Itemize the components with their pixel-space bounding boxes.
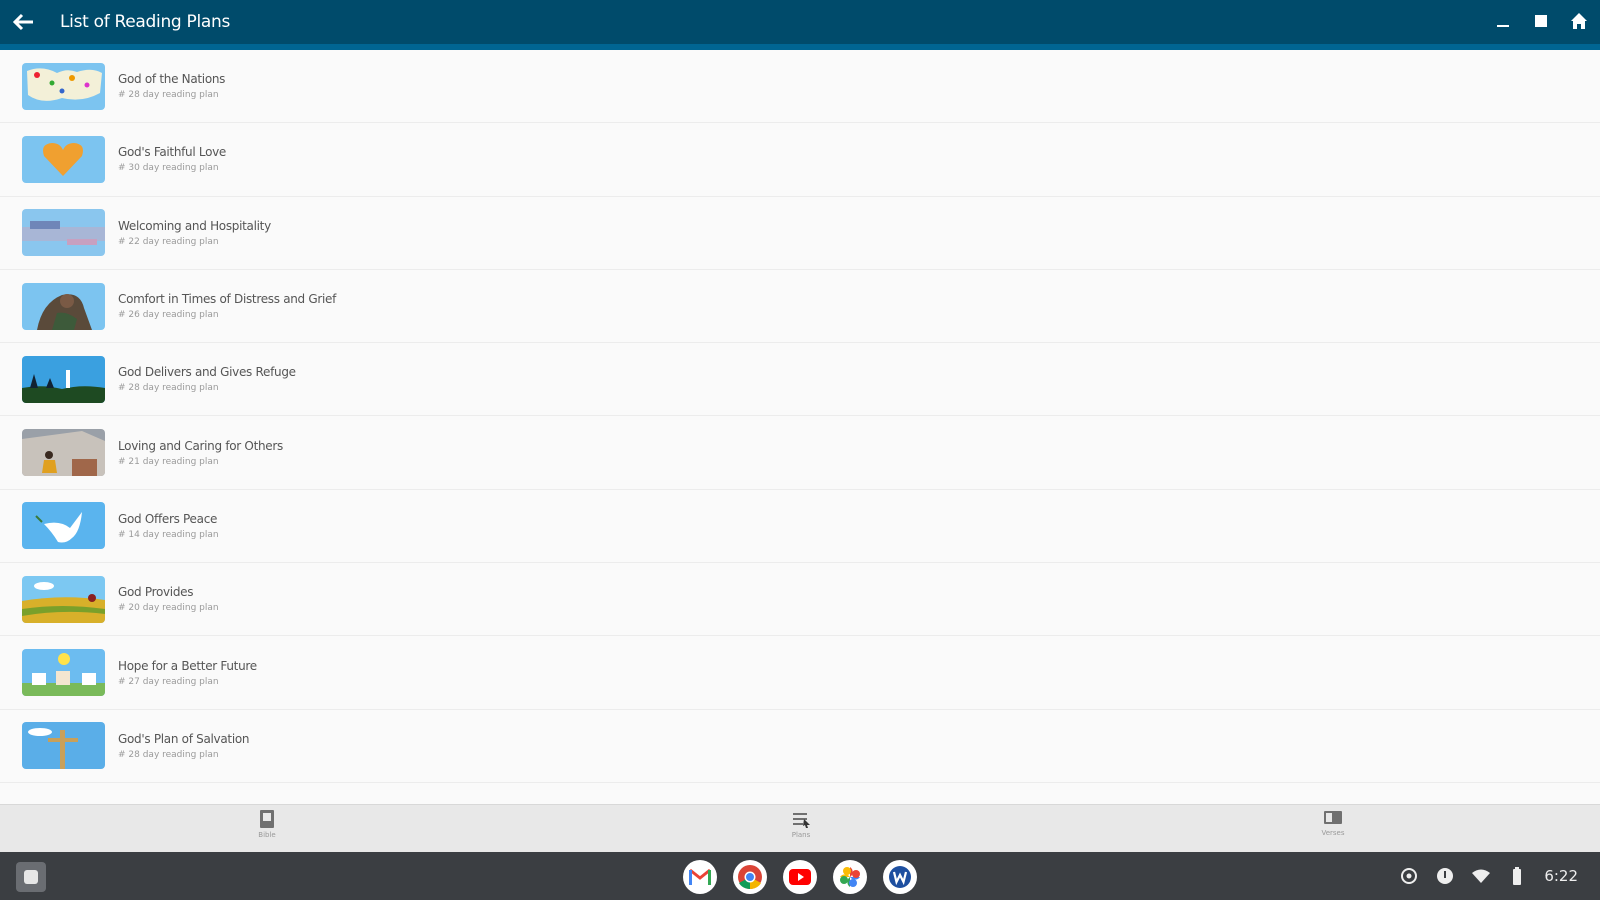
- plan-row-welcoming-and-hospitality[interactable]: Welcoming and Hospitality # 22 day readin…: [0, 197, 1600, 270]
- plan-row-gods-plan-of-salvation[interactable]: God's Plan of Salvation # 28 day reading …: [0, 710, 1600, 783]
- plan-row-god-of-the-nations[interactable]: God of the Nations # 28 day reading plan: [0, 50, 1600, 124]
- reading-plan-list: God of the Nations # 28 day reading plan …: [0, 50, 1600, 804]
- plan-subtitle: # 28 day reading plan: [118, 749, 219, 760]
- photos-icon[interactable]: [833, 860, 867, 894]
- plan-row-hope-for-a-better-future[interactable]: Hope for a Better Future # 27 day reading…: [0, 636, 1600, 710]
- plan-thumbnail: [22, 62, 105, 110]
- plan-thumbnail: [22, 502, 105, 550]
- home-icon: [1571, 13, 1587, 29]
- plan-subtitle: # 22 day reading plan: [118, 236, 219, 247]
- window-controls: [1486, 4, 1596, 38]
- nav-label: Plans: [791, 831, 811, 839]
- plan-thumbnail: [22, 355, 105, 403]
- maximize-button[interactable]: [1524, 4, 1558, 38]
- plan-title: God of the Nations: [118, 72, 226, 87]
- system-tray[interactable]: 6:22: [1398, 852, 1578, 900]
- nav-label: Bible: [258, 831, 276, 839]
- plan-title: God's Faithful Love: [118, 145, 227, 160]
- nav-item-verses[interactable]: Verses: [1303, 809, 1363, 849]
- plan-subtitle: # 21 day reading plan: [118, 456, 219, 467]
- notification-icon: [1434, 865, 1456, 887]
- plan-title: God Delivers and Gives Refuge: [118, 365, 296, 380]
- plan-row-god-provides[interactable]: God Provides # 20 day reading plan: [0, 563, 1600, 637]
- title-bar: List of Reading Plans: [0, 0, 1600, 50]
- launcher-icon: [24, 870, 38, 884]
- page-title: List of Reading Plans: [60, 12, 231, 32]
- nav-label: Verses: [1321, 829, 1345, 837]
- plans-icon: [793, 813, 810, 828]
- wifi-icon: [1470, 865, 1492, 887]
- battery-icon: [1506, 865, 1528, 887]
- plan-title: Hope for a Better Future: [118, 658, 257, 673]
- home-button[interactable]: [1562, 4, 1596, 38]
- bottom-navigation: Bible Plans Verses: [0, 804, 1600, 852]
- plan-thumbnail: [22, 209, 105, 257]
- plan-row-comfort-in-times-of-distress[interactable]: Comfort in Times of Distress and Grief # …: [0, 270, 1600, 344]
- word-app-icon[interactable]: [883, 860, 917, 894]
- plan-title: Comfort in Times of Distress and Grief: [118, 292, 337, 307]
- book-icon: [260, 810, 274, 828]
- plan-subtitle: # 27 day reading plan: [118, 676, 219, 687]
- plan-subtitle: # 28 day reading plan: [118, 383, 219, 394]
- plan-thumbnail: [22, 722, 105, 770]
- plan-subtitle: # 26 day reading plan: [118, 310, 219, 321]
- plan-title: Loving and Caring for Others: [118, 438, 283, 453]
- plan-row-god-delivers-and-gives-refuge[interactable]: God Delivers and Gives Refuge # 28 day re…: [0, 343, 1600, 417]
- verses-icon: [1324, 811, 1342, 824]
- plan-title: God's Plan of Salvation: [118, 731, 250, 746]
- minimize-icon: [1497, 25, 1509, 27]
- plan-thumbnail: [22, 282, 105, 330]
- plan-subtitle: # 20 day reading plan: [118, 603, 219, 614]
- nav-item-bible[interactable]: Bible: [237, 809, 297, 849]
- system-shelf: 6:22: [0, 852, 1600, 900]
- maximize-icon: [1535, 15, 1547, 27]
- clock: 6:22: [1544, 867, 1578, 885]
- plan-subtitle: # 28 day reading plan: [118, 90, 219, 101]
- plan-thumbnail: [22, 649, 105, 697]
- plan-title: God Offers Peace: [118, 511, 218, 526]
- chrome-icon[interactable]: [733, 860, 767, 894]
- launcher-button[interactable]: [16, 862, 46, 892]
- plan-thumbnail: [22, 135, 105, 183]
- settings-icon: [1398, 865, 1420, 887]
- plan-thumbnail: [22, 575, 105, 623]
- back-arrow-icon: [12, 13, 33, 31]
- gmail-icon[interactable]: [683, 860, 717, 894]
- plan-subtitle: # 30 day reading plan: [118, 163, 219, 174]
- minimize-button[interactable]: [1486, 4, 1520, 38]
- plan-thumbnail: [22, 429, 105, 477]
- plan-row-loving-and-caring-for-others[interactable]: Loving and Caring for Others # 21 day rea…: [0, 416, 1600, 490]
- nav-item-plans[interactable]: Plans: [771, 809, 831, 849]
- plan-row-god-offers-peace[interactable]: God Offers Peace # 14 day reading plan: [0, 490, 1600, 564]
- plan-title: Welcoming and Hospitality: [118, 218, 271, 233]
- plan-row-gods-faithful-love[interactable]: God's Faithful Love # 30 day reading plan: [0, 123, 1600, 197]
- youtube-icon[interactable]: [783, 860, 817, 894]
- back-button[interactable]: [2, 0, 46, 44]
- plan-subtitle: # 14 day reading plan: [118, 529, 219, 540]
- plan-title: God Provides: [118, 585, 194, 600]
